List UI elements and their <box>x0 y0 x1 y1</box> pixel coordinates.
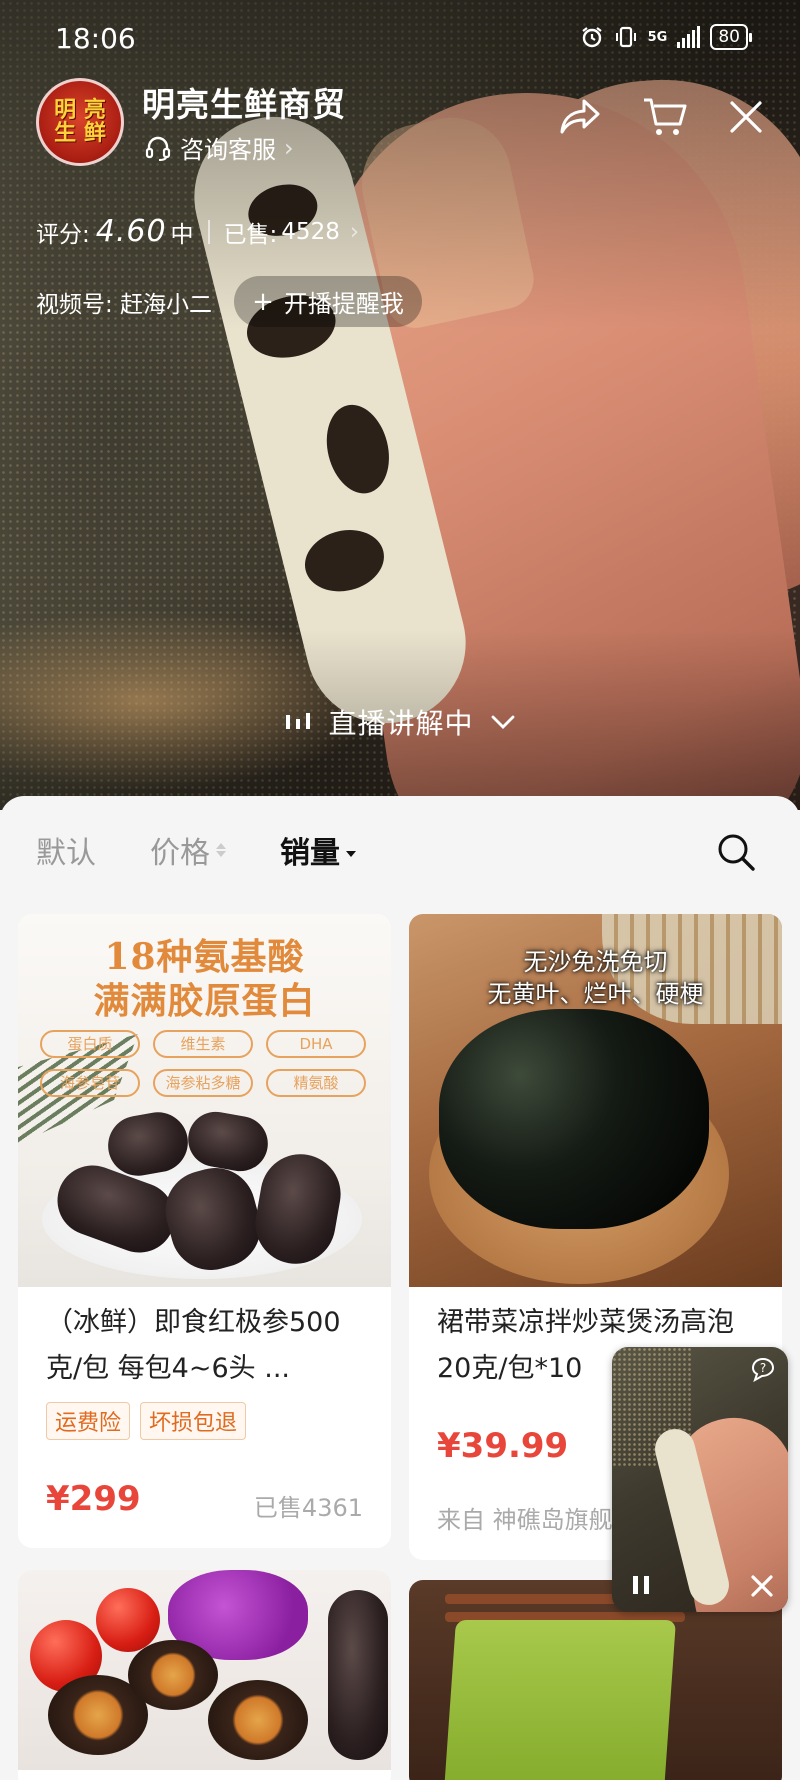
product-tag: 运费险 <box>46 1402 131 1440</box>
nutrient-pill: DHA <box>266 1030 366 1058</box>
green-noodle-sheet <box>442 1620 676 1780</box>
video-account-row: 视频号: 赶海小二 + 开播提醒我 <box>36 276 422 327</box>
mini-live-window[interactable]: ? <box>612 1347 788 1612</box>
sea-cucumber <box>328 1590 388 1760</box>
chevron-down-icon <box>491 715 514 729</box>
product-tag: 坏损包退 <box>140 1402 247 1440</box>
sort-tab-sales[interactable]: 销量 <box>280 828 356 872</box>
sort-tab-price[interactable]: 价格 <box>150 828 226 872</box>
search-icon[interactable] <box>716 832 756 872</box>
shop-avatar[interactable]: 明 亮生 鲜 <box>36 78 124 166</box>
divider <box>207 219 210 244</box>
live-explaining-toggle[interactable]: 直播讲解中 <box>0 702 800 742</box>
share-icon[interactable] <box>558 97 602 137</box>
vibrate-icon <box>615 26 636 48</box>
sort-tab-default[interactable]: 默认 <box>36 828 96 872</box>
consult-label: 咨询客服 <box>180 136 276 164</box>
remind-label: 开播提醒我 <box>283 290 404 318</box>
rating-value: 4.60 <box>95 214 167 249</box>
tomato <box>96 1588 160 1652</box>
svg-text:?: ? <box>760 1361 766 1375</box>
consult-service-button[interactable]: 咨询客服 › <box>144 130 294 165</box>
avatar-logo-text: 明 亮生 鲜 <box>54 96 106 146</box>
product-card[interactable] <box>18 1570 391 1780</box>
shop-stats[interactable]: 评分: 4.60 中 已售: 4528 › <box>36 214 359 249</box>
live-bars-icon <box>286 713 311 729</box>
nutrient-pill: 精氨酸 <box>266 1069 366 1097</box>
image-caption: 无沙免洗免切 <box>523 948 668 976</box>
battery-icon: 80 <box>710 24 752 50</box>
sold-count: 4528 <box>281 218 340 245</box>
close-icon[interactable] <box>728 99 764 135</box>
help-icon[interactable]: ? <box>750 1357 776 1389</box>
sort-tab-label: 销量 <box>280 836 340 871</box>
seaweed-pile <box>439 1009 709 1229</box>
sort-arrows-icon <box>216 843 226 857</box>
sort-bar: 默认 价格 销量 <box>0 796 800 904</box>
sea-cucumber-slice <box>128 1640 218 1710</box>
product-image <box>18 1570 391 1770</box>
pause-icon[interactable] <box>630 1574 652 1596</box>
headset-icon <box>145 136 171 161</box>
sold-label: 已售: <box>223 221 278 248</box>
rating-label: 评分: <box>36 221 90 248</box>
sea-cucumber-slice <box>208 1680 308 1760</box>
product-image: 无沙免洗免切 无黄叶、烂叶、硬梗 <box>409 914 782 1287</box>
product-store: 来自 神礁岛旗舰店 <box>437 1506 637 1534</box>
cart-icon[interactable] <box>642 96 688 138</box>
network-label: 5G <box>647 29 668 45</box>
product-sheet: 默认 价格 销量 18种氨基酸 满满胶原蛋白 蛋白质 维生素 DHA 海参皂苷 … <box>0 796 800 1780</box>
image-caption: 无黄叶、烂叶、硬梗 <box>487 980 704 1008</box>
nutrient-pill: 蛋白质 <box>40 1030 140 1058</box>
product-card[interactable]: 18种氨基酸 满满胶原蛋白 蛋白质 维生素 DHA 海参皂苷 海参粘多糖 精氨酸… <box>18 914 391 1548</box>
close-icon[interactable] <box>750 1574 774 1598</box>
rating-level: 中 <box>170 221 194 248</box>
signal-icon <box>677 26 701 48</box>
plus-icon: + <box>252 286 274 317</box>
nutrient-pill: 海参皂苷 <box>40 1069 140 1097</box>
live-reminder-button[interactable]: + 开播提醒我 <box>234 276 422 327</box>
sort-tab-label: 价格 <box>150 836 210 871</box>
product-price: ¥299 <box>46 1479 141 1519</box>
video-account[interactable]: 视频号: 赶海小二 <box>36 285 212 319</box>
product-image: 18种氨基酸 满满胶原蛋白 蛋白质 维生素 DHA 海参皂苷 海参粘多糖 精氨酸 <box>18 914 391 1287</box>
sort-tab-label: 默认 <box>36 836 96 871</box>
top-actions <box>558 96 764 138</box>
product-price: ¥39.99 <box>437 1426 569 1466</box>
image-heading: 满满胶原蛋白 <box>93 980 316 1022</box>
product-title: （冰鲜）即食红极参500克/包 每包4~6头 ... <box>46 1307 341 1384</box>
chevron-right-icon: › <box>284 133 294 162</box>
shop-name[interactable]: 明亮生鲜商贸 <box>142 78 346 126</box>
product-tags: 运费险 坏损包退 <box>46 1402 247 1440</box>
status-icons: 5G 80 <box>580 24 752 50</box>
nutrient-pill: 海参粘多糖 <box>153 1069 253 1097</box>
chevron-right-icon: › <box>349 218 360 245</box>
status-time: 18:06 <box>55 22 136 55</box>
alarm-icon <box>581 27 602 48</box>
live-label: 直播讲解中 <box>328 707 474 740</box>
product-sold: 已售4361 <box>253 1494 363 1522</box>
sort-down-icon <box>346 843 356 857</box>
nutrient-pill: 维生素 <box>153 1030 253 1058</box>
